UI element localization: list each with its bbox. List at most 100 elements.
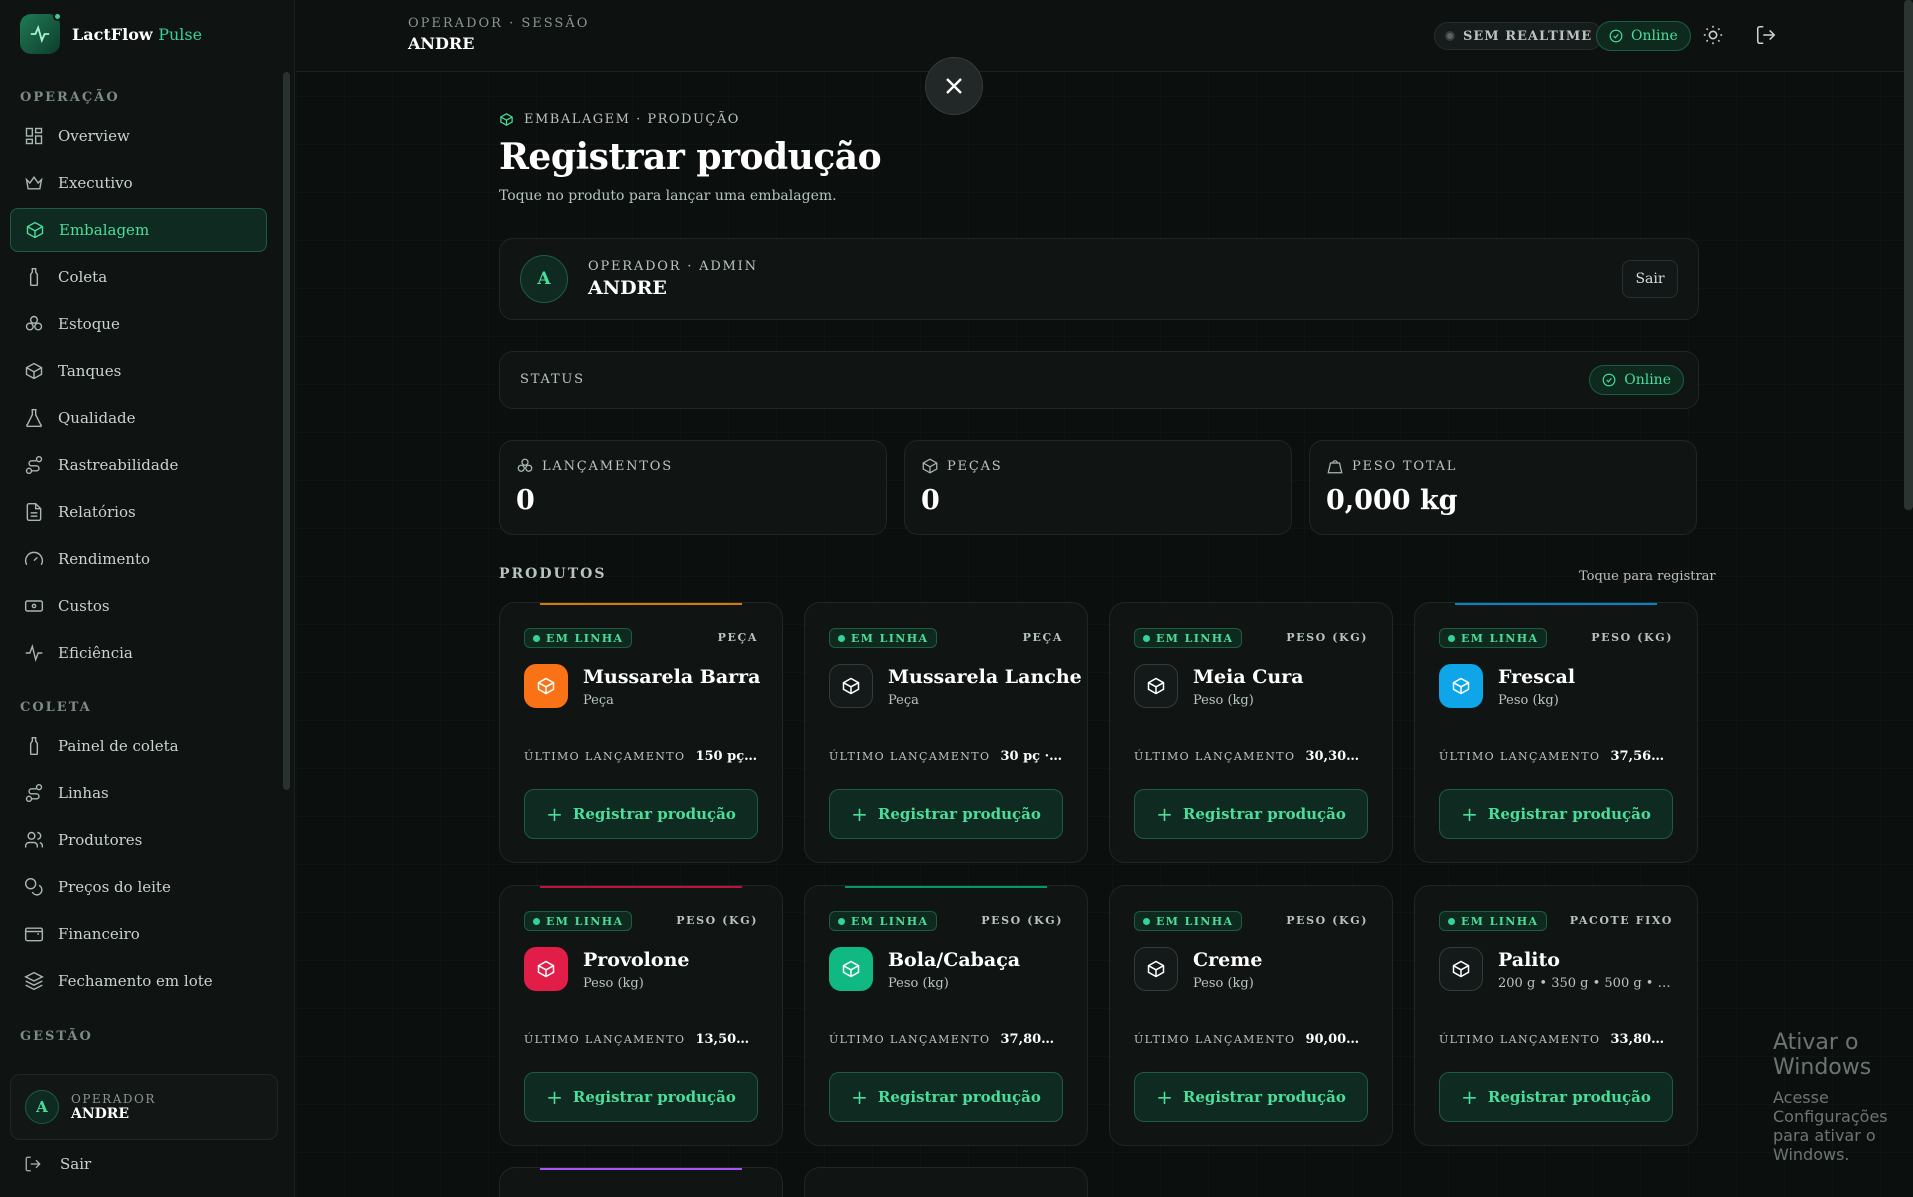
register-production-button[interactable]: + Registrar produção xyxy=(829,1072,1063,1122)
register-production-button[interactable]: + Registrar produção xyxy=(1134,1072,1368,1122)
avatar: A xyxy=(25,1090,59,1124)
last-entry: ÚLTIMO LANÇAMENTO 150 pç · 1... xyxy=(524,749,758,764)
file-icon xyxy=(26,502,42,522)
sidebar-item-produtores[interactable]: Produtores xyxy=(10,818,267,862)
sidebar-item-fechamento-em-lote[interactable]: Fechamento em lote xyxy=(10,959,267,1003)
product-card[interactable]: EM LINHA PESO (KG) Frescal Peso (kg) ÚLTIMO … xyxy=(1414,602,1698,863)
sidebar-logout-button[interactable]: Sair xyxy=(24,1155,91,1173)
product-unit: Peso (kg) xyxy=(1193,693,1254,708)
product-icon xyxy=(1134,664,1178,708)
status-badge: EM LINHA xyxy=(524,911,633,931)
sidebar-item-coleta[interactable]: Coleta xyxy=(10,255,267,299)
stat-label-text: PEÇAS xyxy=(947,458,1003,474)
product-card[interactable]: EM LINHA PEÇA Mussarela Barra Peça ÚLTIMO LA… xyxy=(499,602,783,863)
sidebar-operator-card[interactable]: A OPERADOR ANDRE xyxy=(10,1074,278,1140)
sidebar-item-rendimento[interactable]: Rendimento xyxy=(10,537,267,581)
logout-label: Sair xyxy=(60,1155,92,1173)
card-accent-line xyxy=(540,886,742,888)
stat-label-text: LANÇAMENTOS xyxy=(542,458,673,474)
last-entry-value: 37,560 kg... xyxy=(1610,749,1673,764)
status-dot-icon xyxy=(533,917,540,925)
online-status-badge: Online xyxy=(1596,21,1691,51)
sidebar-item-custos[interactable]: Custos xyxy=(10,584,267,628)
sidebar-item-rastreabilidade[interactable]: Rastreabilidade xyxy=(10,443,267,487)
gauge-icon xyxy=(24,551,44,566)
register-production-button[interactable]: + Registrar produção xyxy=(1439,789,1673,839)
topbar: OPERADOR · SESSÃO ANDRE SEM REALTIME Onl… xyxy=(296,0,1913,72)
sidebar-item-label: Rastreabilidade xyxy=(58,456,179,474)
online-label: Online xyxy=(1631,28,1678,44)
register-production-button[interactable]: + Registrar produção xyxy=(1439,1072,1673,1122)
product-card-partial[interactable] xyxy=(499,1167,783,1197)
sidebar-item-label: Custos xyxy=(58,597,110,615)
sidebar-item-financeiro[interactable]: Financeiro xyxy=(10,912,267,956)
sidebar-item-overview[interactable]: Overview xyxy=(10,114,267,158)
sidebar-item-estoque[interactable]: Estoque xyxy=(10,302,267,346)
sidebar-item-executivo[interactable]: Executivo xyxy=(10,161,267,205)
theme-toggle-button[interactable] xyxy=(1702,24,1726,48)
register-production-button[interactable]: + Registrar produção xyxy=(524,789,758,839)
banknote-icon xyxy=(24,600,44,612)
product-card[interactable]: EM LINHA PESO (KG) Meia Cura Peso (kg) ÚLTIM… xyxy=(1109,602,1393,863)
sidebar-item-embalagem[interactable]: Embalagem xyxy=(10,208,267,252)
unit-type-tag: PESO (KG) xyxy=(1591,631,1673,644)
product-card-partial[interactable] xyxy=(804,1167,1088,1197)
sidebar-item-efici-ncia[interactable]: Eficiência xyxy=(10,631,267,675)
section-coleta: COLETA xyxy=(20,700,92,715)
unit-type-tag: PACOTE FIXO xyxy=(1569,914,1673,927)
sidebar-item-tanques[interactable]: Tanques xyxy=(10,349,267,393)
sidebar: LactFlow Pulse OPERAÇÃO Overview Executiv… xyxy=(0,0,295,1197)
logout-button[interactable] xyxy=(1755,24,1779,48)
plus-icon: + xyxy=(1461,802,1478,826)
product-name: Frescal xyxy=(1498,666,1576,688)
product-card[interactable]: EM LINHA PEÇA Mussarela Lanche Peça ÚLTIMO L… xyxy=(804,602,1088,863)
products-title: PRODUTOS xyxy=(499,566,607,582)
sidebar-item-label: Relatórios xyxy=(58,503,136,521)
status-dot-icon xyxy=(533,634,540,642)
plus-icon: + xyxy=(546,802,563,826)
stat-value: 0 xyxy=(921,485,940,516)
status-badge: EM LINHA xyxy=(1439,911,1548,931)
sidebar-item-label: Produtores xyxy=(58,831,143,849)
register-production-button[interactable]: + Registrar produção xyxy=(1134,789,1368,839)
cube-icon xyxy=(842,960,860,978)
product-unit: Peso (kg) xyxy=(1498,693,1559,708)
last-entry: ÚLTIMO LANÇAMENTO 37,560 kg... xyxy=(1439,749,1673,764)
product-card[interactable]: EM LINHA PESO (KG) Bola/Cabaça Peso (kg) ÚLT… xyxy=(804,885,1088,1146)
product-name: Provolone xyxy=(583,949,690,971)
bottle-icon xyxy=(29,267,39,287)
crown-icon xyxy=(25,175,43,190)
product-card[interactable]: EM LINHA PACOTE FIXO Palito 200 g • 350 g •… xyxy=(1414,885,1698,1146)
sidebar-scrollbar[interactable] xyxy=(283,72,290,790)
last-entry: ÚLTIMO LANÇAMENTO 30,300 kg... xyxy=(1134,749,1368,764)
wallet-icon xyxy=(24,927,44,942)
stat-peso-total: PESO TOTAL 0,000 kg xyxy=(1309,440,1697,535)
product-card[interactable]: EM LINHA PESO (KG) Provolone Peso (kg) ÚLTIM… xyxy=(499,885,783,1146)
sidebar-item-label: Eficiência xyxy=(58,644,133,662)
register-production-button[interactable]: + Registrar produção xyxy=(829,789,1063,839)
stat-lancamentos: LANÇAMENTOS 0 xyxy=(499,440,887,535)
flask-icon xyxy=(26,408,42,428)
last-entry: ÚLTIMO LANÇAMENTO 33,800 kg... xyxy=(1439,1032,1673,1047)
sidebar-item-qualidade[interactable]: Qualidade xyxy=(10,396,267,440)
register-production-button[interactable]: + Registrar produção xyxy=(524,1072,758,1122)
route-icon xyxy=(25,455,43,475)
stat-label: PEÇAS xyxy=(921,457,1002,475)
operator-logout-button[interactable]: Sair xyxy=(1622,260,1678,298)
windows-activation-watermark: Ativar o Windows Acesse Configurações pa… xyxy=(1773,1030,1913,1164)
status-badge-label: EM LINHA xyxy=(546,914,624,928)
page-scrollbar[interactable] xyxy=(1904,0,1913,510)
sidebar-item-painel-de-coleta[interactable]: Painel de coleta xyxy=(10,724,267,768)
page-title: Registrar produção xyxy=(499,136,882,178)
close-button[interactable] xyxy=(925,57,983,115)
sidebar-item-linhas[interactable]: Linhas xyxy=(10,771,267,815)
brand[interactable]: LactFlow Pulse xyxy=(20,12,202,54)
status-badge-label: EM LINHA xyxy=(1156,914,1234,928)
operator-panel: A OPERADOR · ADMIN ANDRE Sair xyxy=(499,238,1699,320)
sidebar-item-relat-rios[interactable]: Relatórios xyxy=(10,490,267,534)
plus-icon: + xyxy=(851,802,868,826)
product-card[interactable]: EM LINHA PESO (KG) Creme Peso (kg) ÚLTIMO LA… xyxy=(1109,885,1393,1146)
status-value: Online xyxy=(1624,372,1671,388)
watermark-text: Acesse Configurações para ativar o Windo… xyxy=(1773,1088,1888,1164)
sidebar-item-pre-os-do-leite[interactable]: Preços do leite xyxy=(10,865,267,909)
